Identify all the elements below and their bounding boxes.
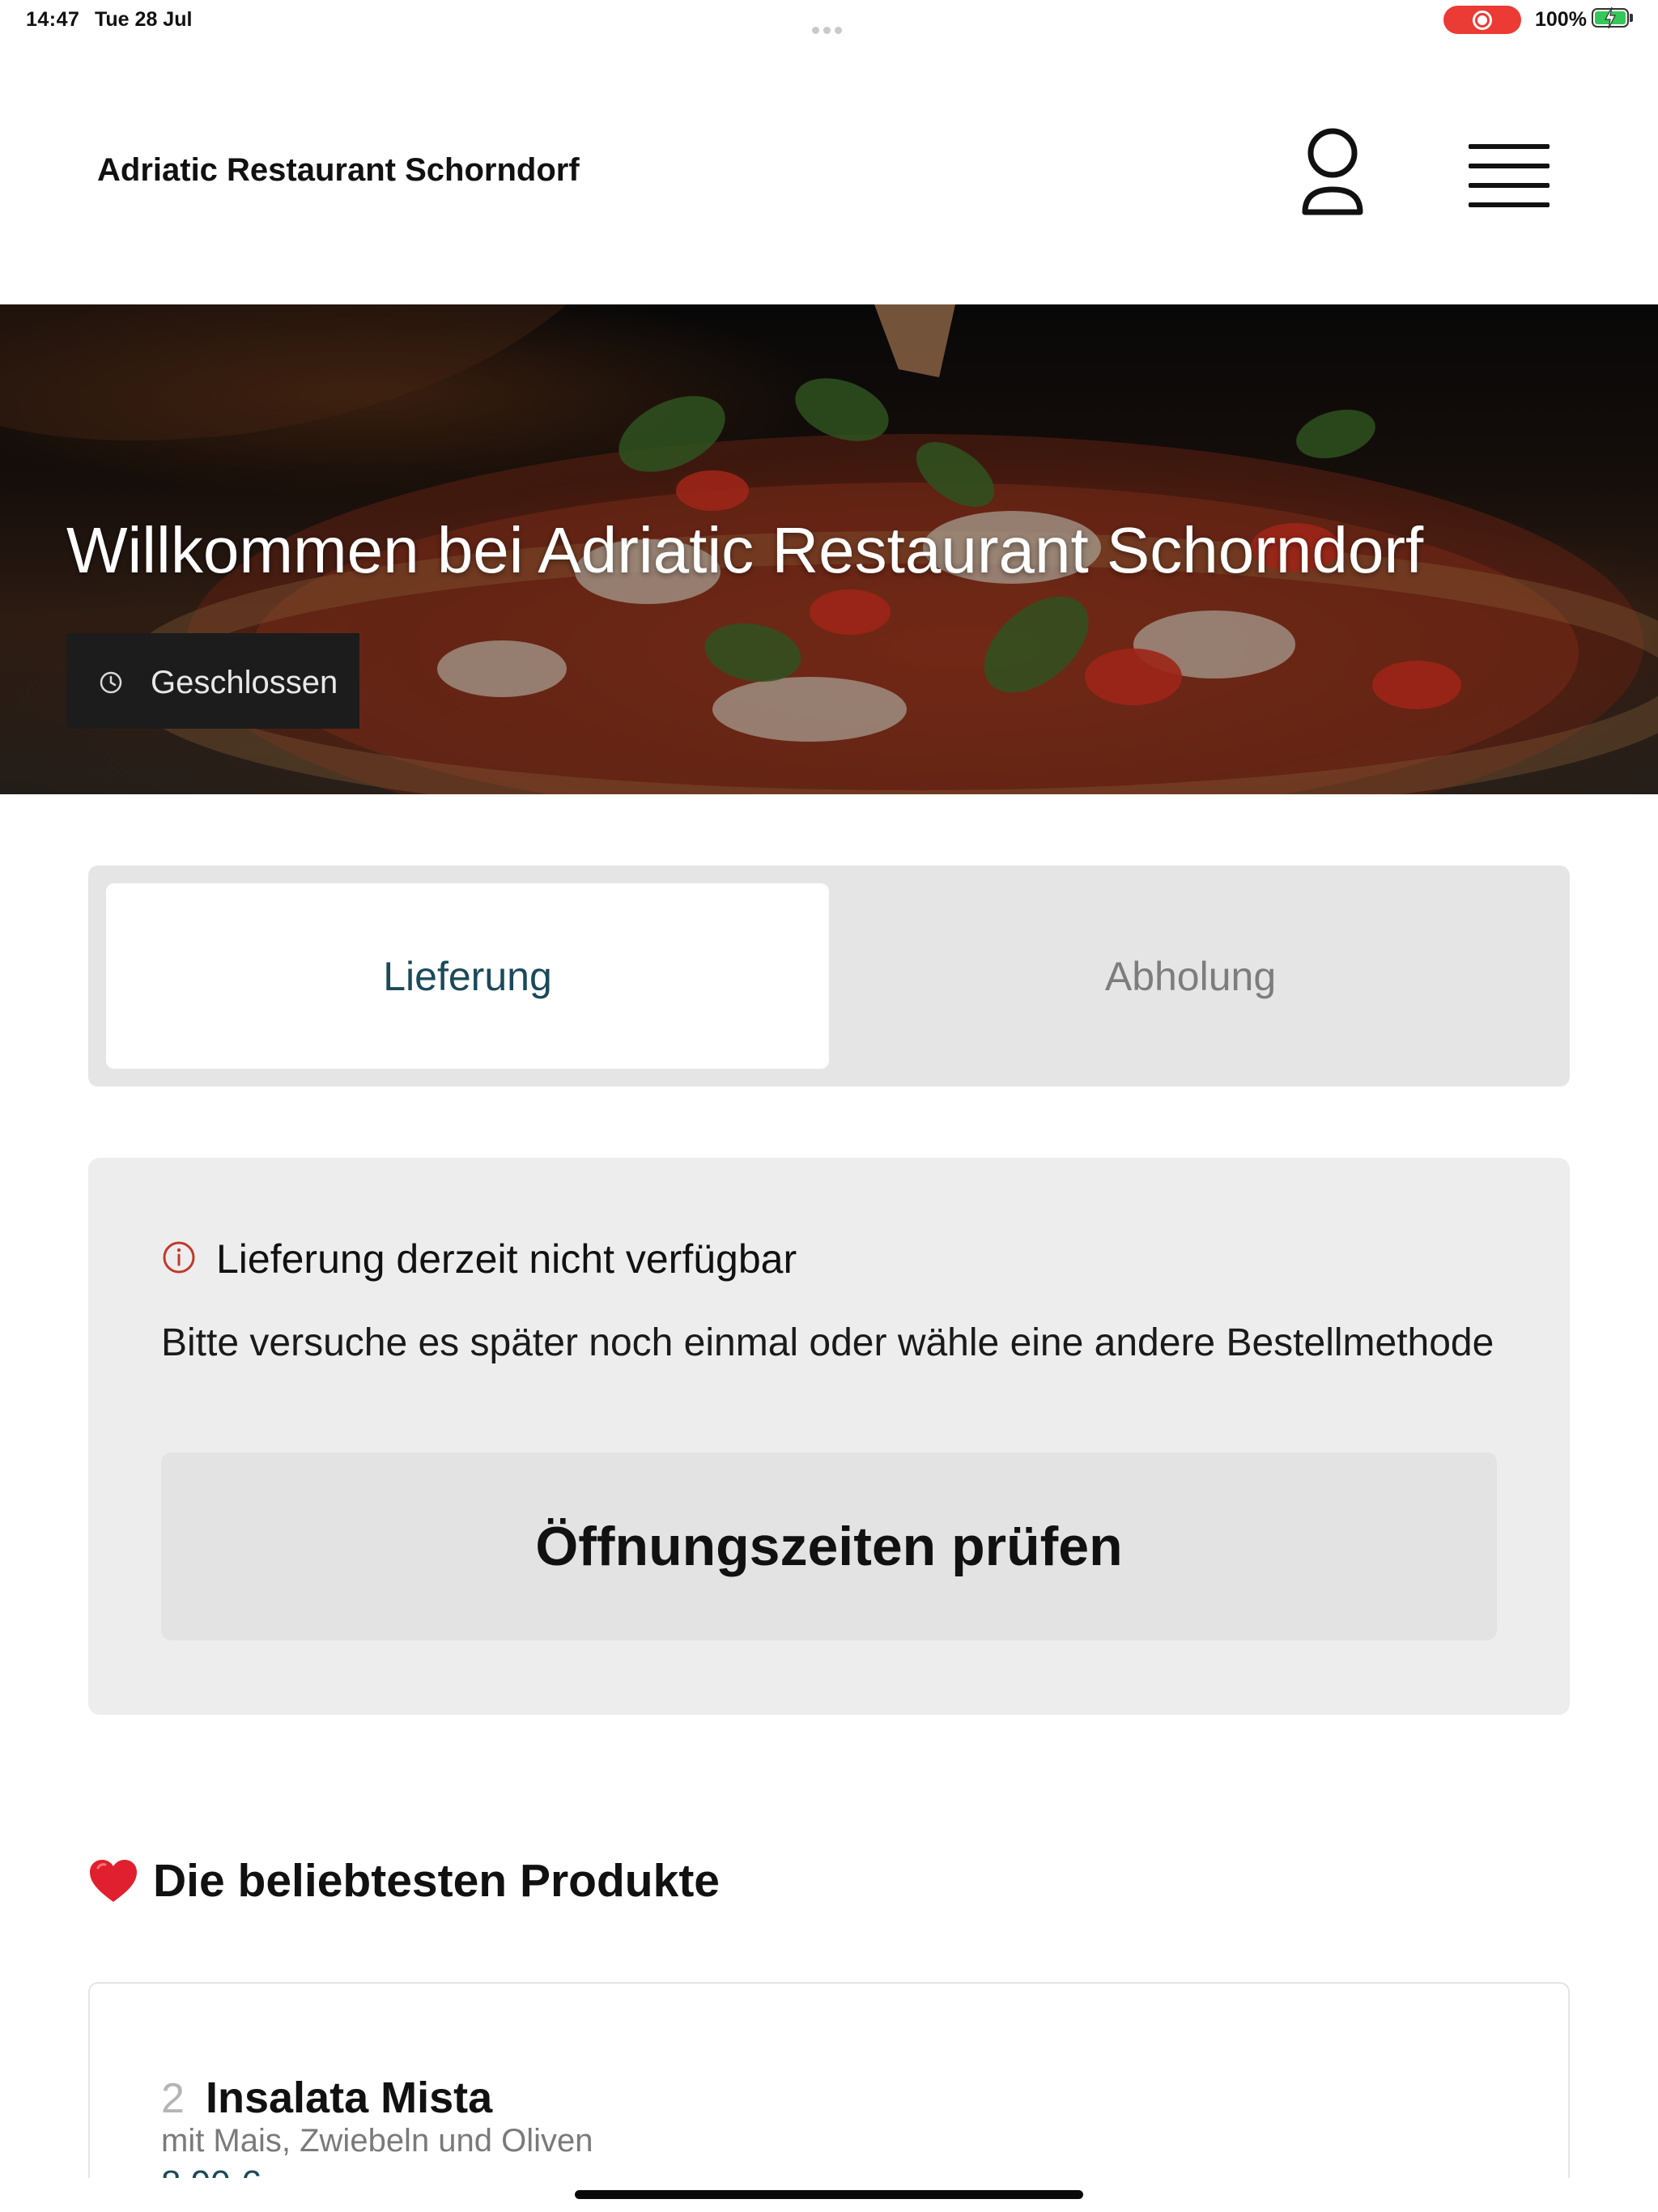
hero-title: Willkommen bei Adriatic Restaurant Schor…: [66, 514, 1424, 586]
info-icon: [163, 1241, 195, 1274]
screen-recording-icon[interactable]: [1443, 6, 1521, 34]
tab-delivery[interactable]: Lieferung: [106, 883, 829, 1069]
home-indicator[interactable]: [575, 2190, 1083, 2199]
multitasking-dots-icon[interactable]: [812, 16, 848, 34]
menu-icon[interactable]: [1464, 134, 1554, 215]
hero-banner: Willkommen bei Adriatic Restaurant Schor…: [0, 304, 1658, 794]
notice-title: Lieferung derzeit nicht verfügbar: [216, 1236, 797, 1282]
brand-title[interactable]: Adriatic Restaurant Schorndorf: [97, 152, 580, 189]
check-opening-hours-button[interactable]: Öffnungszeiten prüfen: [161, 1453, 1497, 1640]
tab-pickup[interactable]: Abholung: [829, 883, 1552, 1069]
battery-cap: [1630, 14, 1633, 22]
status-date: Tue 28 Jul: [95, 8, 193, 31]
popular-products-title: Die beliebtesten Produkte: [153, 1855, 721, 1907]
product-name: Insalata Mista: [206, 2074, 493, 2122]
heart-icon: [90, 1860, 137, 1902]
page: 14:47 Tue 28 Jul 100% Adriatic Restauran…: [0, 0, 1658, 2212]
product-description: mit Mais, Zwiebeln und Oliven: [161, 2123, 593, 2159]
delivery-unavailable-notice: Lieferung derzeit nicht verfügbar Bitte …: [88, 1158, 1570, 1715]
battery-percentage: 100%: [1535, 8, 1587, 31]
popular-products-heading: Die beliebtesten Produkte: [88, 1853, 720, 1909]
site-header: Adriatic Restaurant Schorndorf: [0, 39, 1658, 304]
product-number: 2: [161, 2075, 185, 2122]
order-mode-toggle: Lieferung Abholung: [88, 866, 1570, 1087]
notice-text: Bitte versuche es später noch einmal ode…: [161, 1321, 1494, 1364]
open-status-badge: Geschlossen: [66, 633, 359, 729]
status-time: 14:47: [26, 8, 80, 31]
status-bar: 14:47 Tue 28 Jul 100%: [0, 0, 1658, 39]
open-status-label: Geschlossen: [151, 665, 338, 700]
clock-icon: [100, 671, 122, 694]
battery-charging-icon: [1592, 7, 1629, 28]
user-icon[interactable]: [1292, 126, 1373, 223]
